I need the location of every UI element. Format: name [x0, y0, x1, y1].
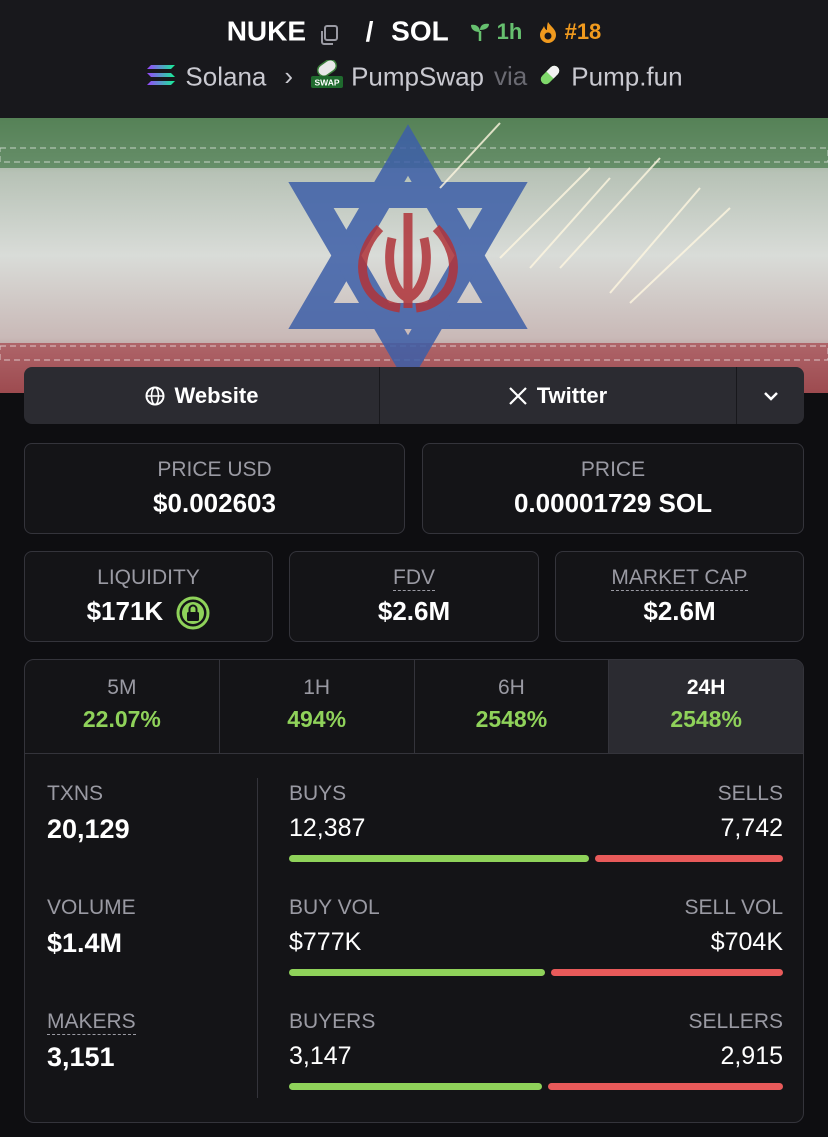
- tab-label: 24H: [686, 676, 726, 699]
- twitter-label: Twitter: [536, 382, 608, 408]
- buy-bar-segment: [289, 969, 546, 976]
- liquidity-value: $171K: [86, 596, 164, 626]
- buys-value: 12,387: [289, 814, 366, 842]
- fdv-card: FDV $2.6M: [289, 551, 539, 642]
- pair-title: NUKE / SOL 1h #18: [0, 14, 828, 48]
- buyers-label: BUYERS: [289, 1010, 376, 1033]
- pill-icon: [537, 62, 563, 95]
- sprout-icon: [470, 23, 489, 42]
- sells-label: SELLS: [717, 782, 783, 805]
- tab-label: 1H: [303, 676, 331, 699]
- tab-change: 2548%: [670, 706, 742, 732]
- age-label: 1h: [496, 19, 523, 45]
- price-native-value: 0.00001729 SOL: [513, 488, 713, 518]
- sell-bar-segment: [551, 969, 783, 976]
- buy-vol-value: $777K: [289, 928, 362, 956]
- tab-change: 22.07%: [82, 706, 161, 732]
- liquidity-value-row: $171K: [25, 596, 272, 630]
- volume-split-row: BUY VOL SELL VOL $777K $704K: [289, 896, 783, 1010]
- buy-bar-segment: [289, 1083, 543, 1090]
- pair-separator: /: [365, 15, 374, 47]
- token-banner-image: [0, 118, 828, 393]
- tab-change: 2548%: [475, 706, 548, 732]
- rank-label: #18: [564, 19, 602, 45]
- trade-stats-panel: 5M 22.07% 1H 494% 6H 2548% 24H 2548% TXN…: [24, 659, 804, 1123]
- chain-link[interactable]: Solana: [185, 61, 266, 91]
- chevron-right-icon: ›: [284, 61, 294, 92]
- tab-change: 494%: [287, 706, 347, 732]
- buys-sells-bar: [289, 855, 783, 862]
- flame-icon: [540, 22, 557, 44]
- token-symbol: NUKE: [226, 15, 307, 47]
- market-cap-card: MARKET CAP $2.6M: [555, 551, 804, 642]
- fdv-value: $2.6M: [377, 596, 451, 626]
- sell-vol-value: $704K: [710, 928, 783, 956]
- timeframe-tabs: 5M 22.07% 1H 494% 6H 2548% 24H 2548%: [25, 660, 803, 754]
- chevron-down-icon: [763, 391, 778, 401]
- twitter-button[interactable]: Twitter: [380, 367, 737, 424]
- sellers-label: SELLERS: [688, 1010, 783, 1033]
- buyers-value: 3,147: [289, 1042, 352, 1070]
- buys-sells-row: BUYS SELLS 12,387 7,742: [289, 782, 783, 896]
- volume-stat: VOLUME $1.4M: [47, 896, 257, 1010]
- sells-value: 7,742: [720, 814, 783, 842]
- volume-value: $1.4M: [47, 928, 123, 958]
- social-links-bar: Website Twitter: [24, 367, 804, 424]
- makers-label[interactable]: MAKERS: [47, 1010, 136, 1035]
- buy-bar-segment: [289, 855, 590, 862]
- txns-value: 20,129: [47, 814, 130, 844]
- x-logo-icon: [508, 386, 527, 405]
- volume-label: VOLUME: [47, 896, 136, 919]
- more-links-dropdown[interactable]: [737, 367, 804, 424]
- buyers-sellers-bar: [289, 1083, 783, 1090]
- swap-icon-text: SWAP: [315, 78, 340, 88]
- pair-age: 1h: [469, 18, 529, 45]
- market-cap-label[interactable]: MARKET CAP: [611, 566, 748, 591]
- tab-5m[interactable]: 5M 22.07%: [25, 660, 220, 753]
- liquidity-label: LIQUIDITY: [97, 566, 200, 589]
- solana-icon: [145, 63, 177, 94]
- buys-label: BUYS: [289, 782, 347, 805]
- column-divider: [257, 778, 258, 1098]
- sell-bar-segment: [548, 1083, 783, 1090]
- website-button[interactable]: Website: [24, 367, 380, 424]
- dex-link[interactable]: PumpSwap: [351, 61, 484, 91]
- makers-stat: MAKERS 3,151: [47, 1010, 257, 1122]
- website-label: Website: [174, 382, 259, 408]
- buy-sell-breakdown: BUYS SELLS 12,387 7,742 BUY VOL SELL VOL $7…: [289, 782, 783, 1122]
- tab-6h[interactable]: 6H 2548%: [415, 660, 610, 753]
- tab-24h[interactable]: 24H 2548%: [609, 660, 803, 753]
- quote-symbol: SOL: [391, 15, 449, 47]
- price-native-card: PRICE 0.00001729 SOL: [422, 443, 804, 534]
- volume-split-bar: [289, 969, 783, 976]
- makers-value: 3,151: [47, 1042, 115, 1072]
- breadcrumb: Solana › SWAP PumpSwap via Pump.fun: [0, 58, 828, 97]
- pair-header: NUKE / SOL 1h #18 Solana › SWAP PumpSwap v…: [0, 0, 828, 118]
- copy-icon[interactable]: [318, 21, 340, 45]
- buyers-sellers-row: BUYERS SELLERS 3,147 2,915: [289, 1010, 783, 1122]
- globe-icon: [145, 386, 165, 405]
- tab-label: 5M: [107, 676, 137, 699]
- via-label: via: [494, 61, 528, 92]
- txns-stat: TXNS 20,129: [47, 782, 257, 896]
- liquidity-card: LIQUIDITY $171K: [24, 551, 273, 642]
- buy-vol-label: BUY VOL: [289, 896, 380, 919]
- tab-label: 6H: [497, 676, 525, 699]
- price-usd-label: PRICE USD: [157, 458, 272, 481]
- fdv-label[interactable]: FDV: [393, 566, 435, 591]
- sell-vol-label: SELL VOL: [684, 896, 783, 919]
- price-usd-value: $0.002603: [153, 488, 276, 518]
- summary-stats: TXNS 20,129 VOLUME $1.4M MAKERS 3,151: [47, 782, 257, 1122]
- launchpad-link[interactable]: Pump.fun: [571, 61, 682, 91]
- tab-1h[interactable]: 1H 494%: [220, 660, 415, 753]
- price-native-label: PRICE: [580, 458, 646, 481]
- sell-bar-segment: [595, 855, 783, 862]
- market-cap-value: $2.6M: [643, 596, 716, 626]
- price-usd-card: PRICE USD $0.002603: [24, 443, 405, 534]
- trending-rank[interactable]: #18: [538, 18, 602, 45]
- sellers-value: 2,915: [720, 1042, 783, 1070]
- lock-icon[interactable]: [176, 596, 210, 630]
- pumpswap-icon: SWAP: [311, 58, 344, 97]
- txns-label: TXNS: [47, 782, 104, 805]
